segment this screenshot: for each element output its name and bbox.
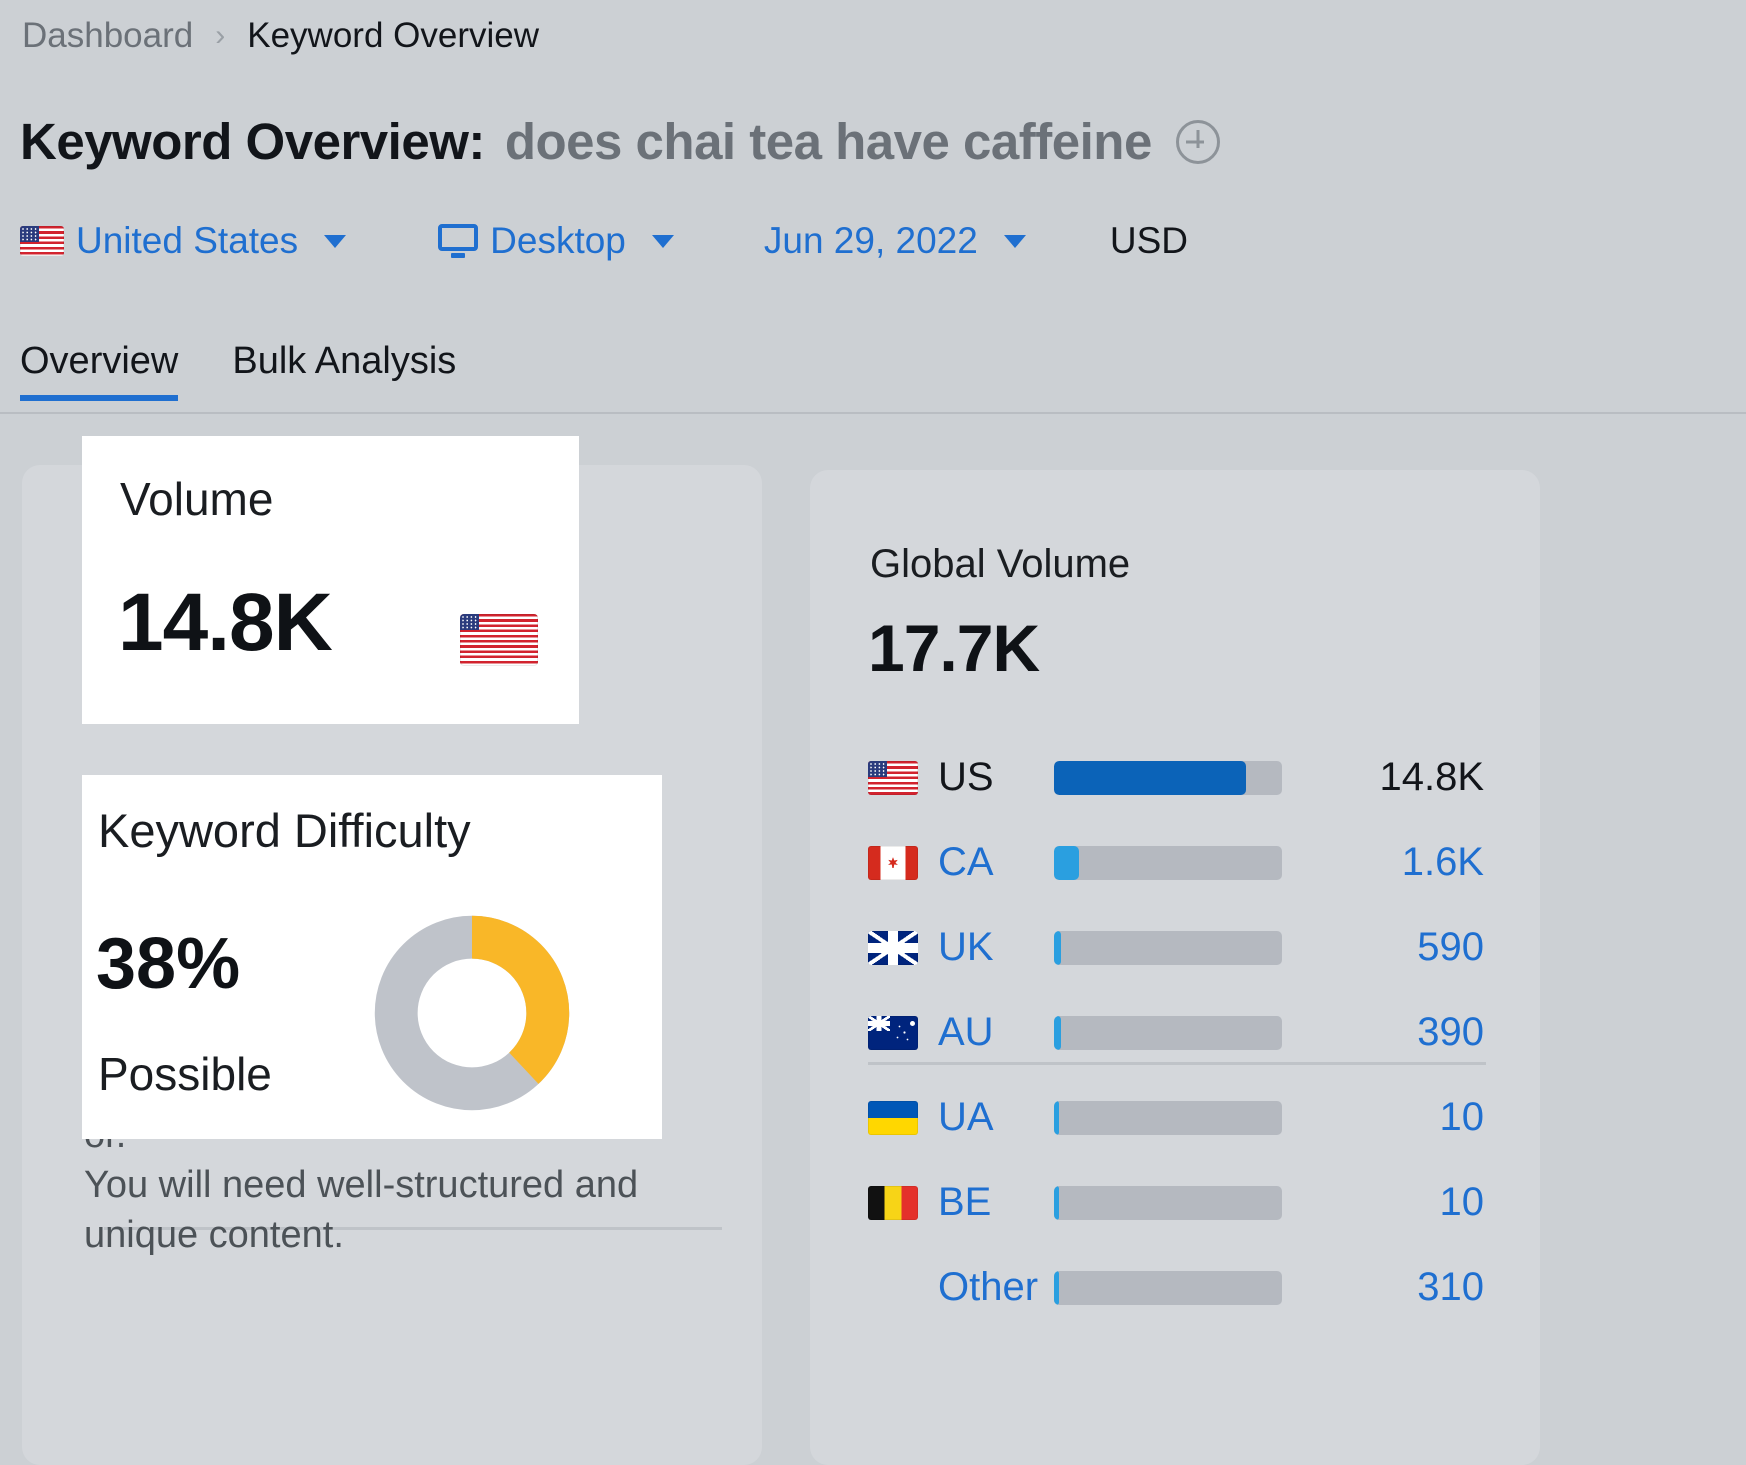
chevron-down-icon (651, 234, 674, 248)
breadcrumb: Dashboard › Keyword Overview (22, 18, 539, 53)
global-volume-card: Global Volume 17.7K US 14.8K CA 1.6K UK 590 AU… (810, 470, 1540, 1465)
country-code: UK (938, 925, 994, 969)
country-volume-bar (1054, 760, 1282, 795)
volume-label: Volume (120, 473, 274, 525)
country-volume-bar-fill (1054, 760, 1246, 795)
device-selector-label: Desktop (490, 220, 626, 261)
country-volume-bar-fill (1054, 1270, 1059, 1305)
keyword-difficulty-status: Possible (98, 1048, 272, 1100)
country-volume-bar (1054, 1015, 1282, 1050)
breadcrumb-dashboard-link[interactable]: Dashboard (22, 18, 193, 53)
plus-circle-icon[interactable] (1175, 119, 1220, 164)
country-volume-bar-fill (1054, 1100, 1059, 1135)
country-volume-bar-fill (1054, 845, 1080, 880)
volume-value: 14.8K (118, 577, 333, 668)
volume-tooltip-card: Volume 14.8K (82, 436, 579, 724)
country-volume-value: 390 (1417, 1010, 1484, 1054)
page-title-keyword: does chai tea have caffeine (504, 113, 1152, 170)
country-volume-value: 14.8K (1379, 755, 1484, 799)
difficulty-description-line3: unique content. (84, 1214, 344, 1257)
country-code: UA (938, 1095, 994, 1139)
country-volume-bar-fill (1054, 1185, 1059, 1220)
country-volume-bar (1054, 845, 1282, 880)
device-selector[interactable]: Desktop (438, 220, 674, 262)
country-volume-row[interactable]: UA 10 (810, 1075, 1540, 1160)
country-code: US (938, 755, 994, 799)
country-selector[interactable]: United States (20, 220, 347, 262)
country-volume-row[interactable]: US 14.8K (810, 735, 1540, 820)
chevron-down-icon (1003, 234, 1026, 248)
country-volume-row[interactable]: BE 10 (810, 1160, 1540, 1245)
country-volume-value: 10 (1439, 1095, 1485, 1139)
currency-label: USD (1110, 220, 1188, 262)
country-volume-bar (1054, 930, 1282, 965)
country-selector-label: United States (76, 220, 299, 261)
global-volume-label: Global Volume (870, 542, 1131, 586)
breadcrumb-separator-icon: › (215, 18, 226, 52)
country-volume-bar (1054, 1185, 1282, 1220)
keyword-difficulty-value: 38% (96, 924, 241, 1004)
country-code: CA (938, 840, 994, 884)
us-flag-icon (460, 614, 538, 666)
country-volume-list: US 14.8K CA 1.6K UK 590 AU 390 UA 10 BE 10 Other 310 (810, 735, 1540, 1330)
filter-bar: United States Desktop Jun 29, 2022 USD (20, 220, 1188, 262)
tab-overview[interactable]: Overview (20, 340, 179, 401)
country-volume-value: 1.6K (1401, 840, 1484, 884)
chevron-down-icon (324, 234, 347, 248)
currency-value: USD (1109, 220, 1188, 261)
country-volume-bar (1054, 1270, 1282, 1305)
page-title: Keyword Overview: does chai tea have caf… (20, 112, 1220, 171)
country-volume-value: 310 (1417, 1265, 1484, 1309)
country-volume-row[interactable]: UK 590 (810, 905, 1540, 990)
country-code: Other (938, 1265, 1039, 1309)
global-volume-value: 17.7K (868, 611, 1040, 685)
au-flag-icon (868, 1015, 918, 1050)
date-selector[interactable]: Jun 29, 2022 (764, 220, 1026, 262)
uk-flag-icon (868, 930, 918, 965)
keyword-difficulty-donut-chart (374, 915, 570, 1111)
ca-flag-icon (868, 845, 918, 880)
country-volume-bar-fill (1054, 930, 1061, 965)
country-volume-row[interactable]: CA 1.6K (810, 820, 1540, 905)
country-code: BE (938, 1180, 992, 1224)
tab-bulk-analysis[interactable]: Bulk Analysis (232, 340, 456, 401)
tab-bar-divider (0, 412, 1746, 414)
ua-flag-icon (868, 1100, 918, 1135)
country-list-divider (868, 1062, 1486, 1065)
us-flag-icon (20, 226, 64, 256)
country-code: AU (938, 1010, 994, 1054)
breadcrumb-current: Keyword Overview (247, 16, 539, 55)
country-volume-value: 10 (1439, 1180, 1485, 1224)
country-volume-bar (1054, 1100, 1282, 1135)
us-flag-icon (868, 760, 918, 795)
monitor-icon (438, 224, 479, 258)
country-volume-row[interactable]: Other 310 (810, 1245, 1540, 1330)
be-flag-icon (868, 1185, 918, 1220)
keyword-difficulty-label: Keyword Difficulty (98, 804, 471, 857)
date-selector-label: Jun 29, 2022 (763, 220, 978, 261)
no-flag-placeholder (868, 1271, 918, 1305)
tab-bar: Overview Bulk Analysis (20, 340, 456, 401)
page-title-prefix: Keyword Overview: (20, 113, 485, 170)
country-volume-value: 590 (1417, 925, 1484, 969)
country-volume-bar-fill (1054, 1015, 1061, 1050)
keyword-difficulty-tooltip-card: Keyword Difficulty 38% Possible (82, 775, 662, 1139)
difficulty-description-line2: You will need well-structured and (84, 1164, 639, 1207)
